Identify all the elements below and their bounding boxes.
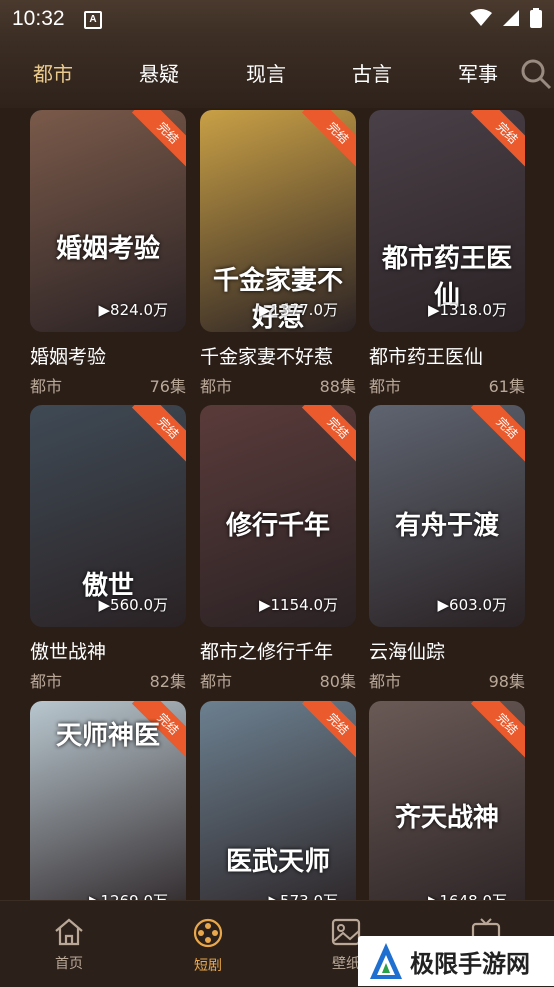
status-bar: 10:32 A (0, 0, 554, 38)
play-count: ▶1318.0万 (427, 301, 507, 319)
system-icons (470, 8, 542, 28)
play-count: ▶603.0万 (437, 596, 507, 614)
completed-badge: 完结 (301, 701, 356, 761)
episode-count: 80集 (319, 672, 356, 691)
tab-junshi[interactable]: 军事 (443, 58, 513, 87)
drama-poster[interactable]: 完结医武天师▶573.0万 (200, 701, 356, 923)
drama-title[interactable]: 都市之修行千年 (200, 637, 333, 664)
episode-count: 88集 (319, 377, 356, 396)
tab-xianyan[interactable]: 现言 (231, 58, 301, 87)
episode-count: 98集 (488, 672, 525, 691)
drama-genre: 都市 (200, 672, 233, 691)
drama-title[interactable]: 傲世战神 (30, 637, 106, 664)
drama-poster[interactable]: 完结 都市药王医仙 ▶1318.0万 (369, 110, 525, 332)
poster-title: 婚姻考验 (55, 234, 160, 264)
drama-poster[interactable]: 完结婚姻考验 ▶824.0万 (30, 110, 186, 332)
drama-title[interactable]: 云海仙踪 (369, 637, 445, 664)
signal-icon (503, 10, 519, 26)
drama-poster[interactable]: 完结齐天战神▶1648.0万 (369, 701, 525, 923)
film-reel-icon (193, 918, 223, 948)
nav-short-drama[interactable]: 短剧 (168, 917, 248, 975)
tab-xuanyi[interactable]: 悬疑 (124, 58, 194, 87)
nav-short-label: 短剧 (194, 958, 222, 974)
drama-title[interactable]: 千金家妻不好惹 (200, 342, 333, 369)
tab-guyan[interactable]: 古言 (337, 58, 407, 87)
status-time: 10:32 (12, 7, 65, 30)
poster-title: 修行千年 (225, 511, 330, 541)
play-count: ▶824.0万 (98, 301, 168, 319)
drama-genre: 都市 (200, 377, 233, 396)
watermark: 极限手游网 (358, 936, 554, 986)
poster-title: 齐天战神 (394, 803, 499, 833)
poster-title: 天师神医 (55, 721, 160, 751)
drama-genre: 都市 (30, 672, 63, 691)
completed-badge: 完结 (470, 701, 525, 761)
tab-dushi[interactable]: 都市 (18, 58, 88, 87)
episode-count: 61集 (488, 377, 525, 396)
battery-icon (530, 8, 542, 28)
drama-title[interactable]: 都市药王医仙 (369, 342, 483, 369)
completed-badge: 完结 (301, 110, 356, 170)
nav-wallpaper-label: 壁纸 (332, 956, 360, 972)
drama-genre: 都市 (369, 377, 402, 396)
play-count: ▶560.0万 (98, 596, 168, 614)
category-tabs: 都市 悬疑 现言 古言 军事 (0, 58, 520, 92)
completed-badge: 完结 (131, 110, 186, 170)
drama-genre: 都市 (30, 377, 63, 396)
notification-icon: A (84, 11, 102, 29)
episode-count: 76集 (149, 377, 186, 396)
completed-badge: 完结 (470, 405, 525, 465)
drama-poster[interactable]: 完结修行千年 ▶1154.0万 (200, 405, 356, 627)
episode-count: 82集 (149, 672, 186, 691)
play-count: ▶1154.0万 (258, 596, 338, 614)
completed-badge: 完结 (470, 110, 525, 170)
wifi-icon (470, 9, 492, 26)
drama-poster[interactable]: 完结 傲世 ▶560.0万 (30, 405, 186, 627)
drama-poster[interactable]: 完结千金家妻不好惹 ▶1377.0万 (200, 110, 356, 332)
home-icon (55, 918, 83, 946)
play-count: ▶1377.0万 (258, 301, 338, 319)
nav-home-label: 首页 (55, 956, 83, 972)
watermark-text: 极限手游网 (410, 949, 530, 978)
search-icon[interactable] (520, 58, 552, 90)
drama-poster[interactable]: 完结天师神医▶1269.0万 (30, 701, 186, 923)
completed-badge: 完结 (301, 405, 356, 465)
site-logo-icon (370, 943, 402, 979)
completed-badge: 完结 (131, 405, 186, 465)
drama-title[interactable]: 婚姻考验 (30, 342, 106, 369)
drama-poster[interactable]: 完结有舟于渡 ▶603.0万 (369, 405, 525, 627)
nav-home[interactable]: 首页 (29, 917, 109, 973)
category-header: 都市 悬疑 现言 古言 军事 (0, 38, 554, 108)
drama-genre: 都市 (369, 672, 402, 691)
poster-title: 千金家妻不好惹 (212, 266, 343, 332)
poster-title: 医武天师 (225, 847, 330, 877)
poster-title: 有舟于渡 (394, 511, 499, 541)
